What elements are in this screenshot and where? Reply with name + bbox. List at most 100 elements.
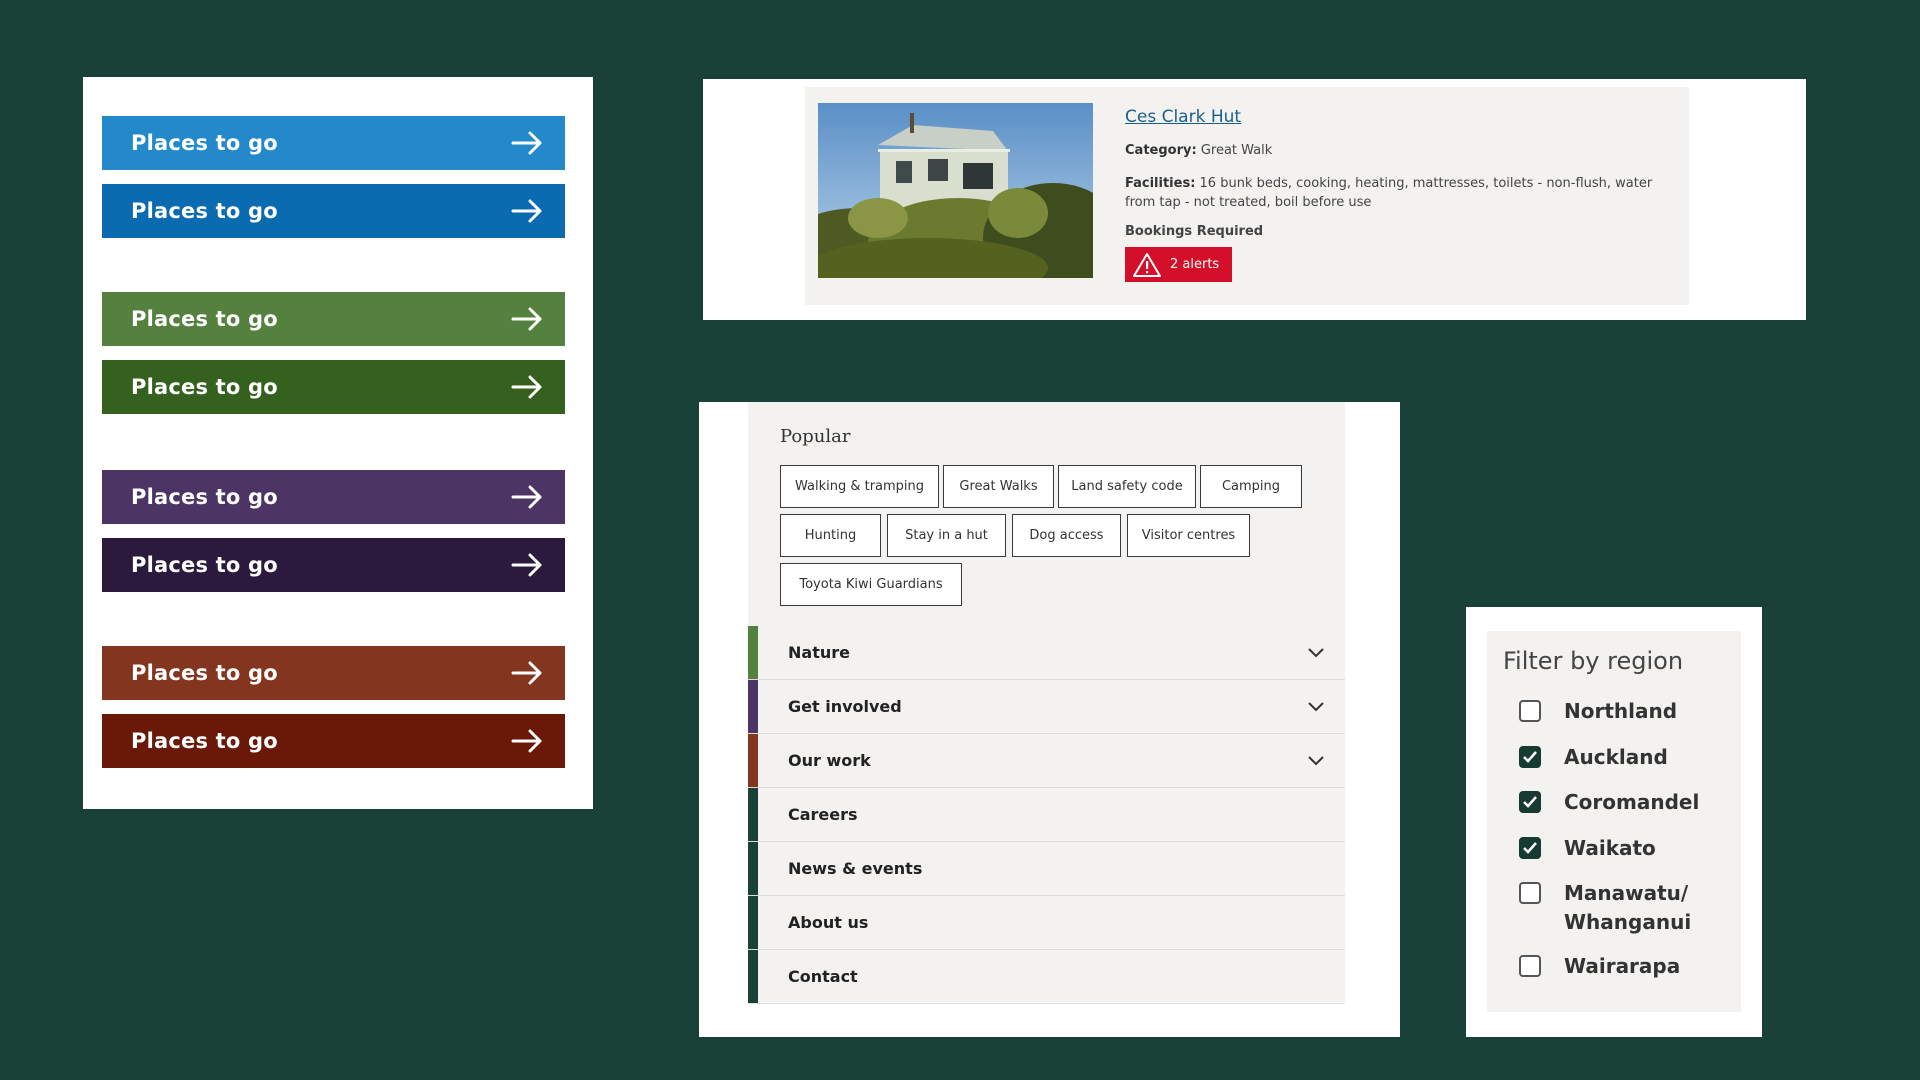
button-label: Places to go (131, 661, 278, 685)
places-to-go-button-green[interactable]: Places to go (102, 292, 565, 346)
places-to-go-button-green-dark[interactable]: Places to go (102, 360, 565, 414)
button-label: Places to go (131, 199, 278, 223)
region-checkbox-auckland[interactable]: Auckland (1519, 743, 1714, 772)
facilities-label: Facilities: (1125, 176, 1196, 191)
button-styles-panel: Places to go Places to go Places to go P… (83, 77, 593, 809)
button-label: Places to go (131, 729, 278, 753)
arrow-right-icon (511, 485, 542, 509)
button-label: Places to go (131, 307, 278, 331)
arrow-right-icon (511, 729, 542, 753)
nav-accent-bar (748, 734, 758, 787)
warning-triangle-icon (1133, 252, 1161, 277)
region-checkbox-northland[interactable]: Northland (1519, 697, 1714, 726)
region-checkbox-coromandel[interactable]: Coromandel (1519, 788, 1714, 817)
region-checkbox-wairarapa[interactable]: Wairarapa (1519, 952, 1714, 981)
checkbox-unchecked[interactable] (1519, 882, 1541, 904)
nav-label: About us (788, 913, 869, 932)
alerts-label: 2 alerts (1170, 257, 1220, 272)
bookings-required: Bookings Required (1125, 224, 1264, 239)
checkbox-checked[interactable] (1519, 837, 1541, 859)
checkmark-icon (1523, 751, 1537, 763)
tag-hunting[interactable]: Hunting (780, 514, 881, 557)
checkbox-unchecked[interactable] (1519, 955, 1541, 977)
region-label: Northland (1564, 699, 1678, 723)
chevron-down-icon (1308, 701, 1324, 711)
tag-stay-in-a-hut[interactable]: Stay in a hut (887, 514, 1006, 557)
tag-visitor-centres[interactable]: Visitor centres (1127, 514, 1250, 557)
hut-facilities: Facilities: 16 bunk beds, cooking, heati… (1125, 174, 1665, 212)
hut-card: Ces Clark Hut Category: Great Walk Facil… (805, 87, 1689, 305)
alerts-badge[interactable]: 2 alerts (1125, 247, 1233, 282)
region-label: Manawatu/ Whanganui (1564, 881, 1692, 934)
region-label: Waikato (1564, 836, 1656, 860)
navigation-menu: Popular Walking & tramping Great Walks L… (748, 402, 1345, 1004)
nav-label: Nature (788, 643, 850, 662)
arrow-right-icon (511, 131, 542, 155)
button-label: Places to go (131, 375, 278, 399)
nav-accent-bar (748, 896, 758, 949)
nav-accent-bar (748, 788, 758, 841)
chevron-down-icon (1308, 755, 1324, 765)
facilities-value: 16 bunk beds, cooking, heating, mattress… (1125, 176, 1653, 210)
places-to-go-button-rust[interactable]: Places to go (102, 646, 565, 700)
hut-card-body: Ces Clark Hut Category: Great Walk Facil… (1125, 107, 1665, 282)
nav-item-news-events[interactable]: News & events (748, 842, 1345, 896)
nav-accent-bar (748, 680, 758, 733)
arrow-right-icon (511, 199, 542, 223)
category-value: Great Walk (1200, 143, 1273, 158)
checkbox-checked[interactable] (1519, 791, 1541, 813)
region-checkbox-waikato[interactable]: Waikato (1519, 834, 1714, 863)
chevron-down-icon (1308, 647, 1324, 657)
places-to-go-button-rust-dark[interactable]: Places to go (102, 714, 565, 768)
nav-item-careers[interactable]: Careers (748, 788, 1345, 842)
nav-item-our-work[interactable]: Our work (748, 734, 1345, 788)
arrow-right-icon (511, 553, 542, 577)
places-to-go-button-blue-dark[interactable]: Places to go (102, 184, 565, 238)
nav-label: News & events (788, 859, 923, 878)
hut-photo[interactable] (818, 103, 1093, 278)
places-to-go-button-purple-dark[interactable]: Places to go (102, 538, 565, 592)
category-label: Category: (1125, 143, 1197, 158)
navigation-menu-panel: Popular Walking & tramping Great Walks L… (699, 402, 1400, 1037)
button-label: Places to go (131, 485, 278, 509)
hut-title-link[interactable]: Ces Clark Hut (1125, 107, 1241, 127)
filter-title: Filter by region (1503, 647, 1684, 675)
tag-dog-access[interactable]: Dog access (1012, 514, 1121, 557)
nav-label: Get involved (788, 697, 902, 716)
tag-walking-tramping[interactable]: Walking & tramping (780, 465, 939, 508)
region-checkbox-manawatu-whanganui[interactable]: Manawatu/ Whanganui (1519, 879, 1714, 937)
hut-card-panel: Ces Clark Hut Category: Great Walk Facil… (703, 79, 1806, 320)
nav-accent-bar (748, 626, 758, 679)
hut-category: Category: Great Walk (1125, 141, 1665, 160)
region-label: Auckland (1564, 745, 1668, 769)
popular-heading: Popular (780, 426, 851, 447)
checkmark-icon (1523, 842, 1537, 854)
nav-accent-bar (748, 842, 758, 895)
tag-great-walks[interactable]: Great Walks (943, 465, 1054, 508)
checkmark-icon (1523, 796, 1537, 808)
nav-item-contact[interactable]: Contact (748, 950, 1345, 1004)
arrow-right-icon (511, 661, 542, 685)
filter-panel: Filter by region Northland Auckland Coro… (1466, 607, 1762, 1037)
nav-label: Contact (788, 967, 858, 986)
region-filter: Filter by region Northland Auckland Coro… (1487, 631, 1741, 1012)
checkbox-unchecked[interactable] (1519, 700, 1541, 722)
nav-accent-bar (748, 950, 758, 1003)
nav-label: Our work (788, 751, 871, 770)
places-to-go-button-purple[interactable]: Places to go (102, 470, 565, 524)
nav-item-get-involved[interactable]: Get involved (748, 680, 1345, 734)
arrow-right-icon (511, 375, 542, 399)
nav-label: Careers (788, 805, 858, 824)
nav-item-nature[interactable]: Nature (748, 626, 1345, 680)
tag-land-safety-code[interactable]: Land safety code (1058, 465, 1196, 508)
region-label: Coromandel (1564, 790, 1700, 814)
nav-item-about-us[interactable]: About us (748, 896, 1345, 950)
arrow-right-icon (511, 307, 542, 331)
region-label: Wairarapa (1564, 954, 1681, 978)
tag-toyota-kiwi-guardians[interactable]: Toyota Kiwi Guardians (780, 563, 962, 606)
tag-camping[interactable]: Camping (1200, 465, 1302, 508)
places-to-go-button-blue[interactable]: Places to go (102, 116, 565, 170)
button-label: Places to go (131, 131, 278, 155)
checkbox-checked[interactable] (1519, 746, 1541, 768)
button-label: Places to go (131, 553, 278, 577)
